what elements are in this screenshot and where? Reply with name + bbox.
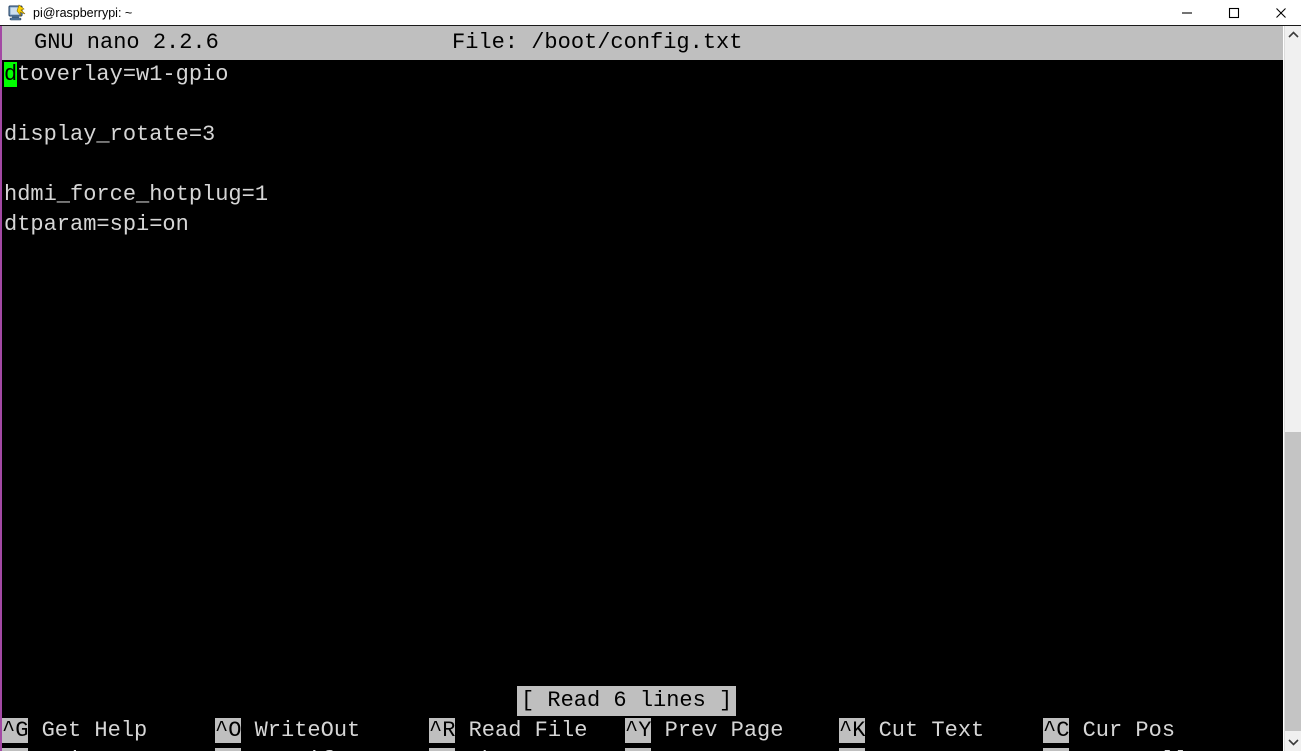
- window-titlebar[interactable]: pi@raspberrypi: ~: [0, 0, 1301, 26]
- shortcut-key: ^R: [429, 718, 456, 743]
- chevron-down-icon: [1288, 739, 1299, 746]
- chevron-up-icon: [1288, 31, 1299, 38]
- scrollbar-track[interactable]: [1285, 44, 1301, 432]
- shortcut-label: Cur Pos: [1069, 718, 1176, 743]
- text-cursor: d: [4, 62, 18, 87]
- shortcut-label: Get Help: [28, 718, 148, 743]
- text-line-content: display_rotate=3: [4, 122, 216, 147]
- shortcut-label: Read File: [455, 718, 588, 743]
- shortcut-key: ^O: [215, 718, 242, 743]
- shortcut-item[interactable]: ^C Cur Pos: [1043, 716, 1175, 746]
- shortcut-item[interactable]: ^V Next Page: [625, 746, 783, 751]
- minimize-button[interactable]: [1164, 0, 1209, 25]
- terminal-screen[interactable]: GNU nano 2.2.6 File: /boot/config.txt dt…: [0, 26, 1283, 751]
- shortcut-key: ^Y: [625, 718, 652, 743]
- text-line[interactable]: [2, 90, 1283, 120]
- nano-shortcut-bar: ^G Get Help ^O WriteOut ^R Read File ^Y Pre…: [2, 716, 1283, 751]
- shortcut-item[interactable]: ^R Read File: [429, 716, 587, 746]
- nano-status-message: [ Read 6 lines ]: [517, 686, 737, 716]
- shortcut-item[interactable]: ^K Cut Text: [839, 716, 984, 746]
- nano-text-area[interactable]: dtoverlay=w1-gpio display_rotate=3 hdmi_…: [2, 60, 1283, 240]
- shortcut-label: WriteOut: [241, 718, 361, 743]
- text-line[interactable]: hdmi_force_hotplug=1: [2, 180, 1283, 210]
- scrollbar-thumb[interactable]: [1285, 432, 1301, 731]
- maximize-icon: [1228, 7, 1239, 18]
- vertical-scrollbar[interactable]: [1284, 26, 1301, 751]
- scroll-down-button[interactable]: [1285, 733, 1301, 751]
- shortcut-label: Cut Text: [865, 718, 985, 743]
- text-line[interactable]: display_rotate=3: [2, 120, 1283, 150]
- putty-terminal-window: pi@raspberrypi: ~ GNU nano 2.2.6 File: /…: [0, 0, 1301, 751]
- minimize-icon: [1181, 11, 1192, 14]
- text-line[interactable]: dtparam=spi=on: [2, 210, 1283, 240]
- nano-version-label: GNU nano 2.2.6: [34, 30, 219, 55]
- scroll-up-button[interactable]: [1285, 26, 1301, 44]
- shortcut-item[interactable]: ^O WriteOut: [215, 716, 360, 746]
- text-line-content: dtparam=spi=on: [4, 212, 189, 237]
- shortcut-item[interactable]: ^U UnCut Text: [839, 746, 1011, 751]
- shortcut-label: Prev Page: [651, 718, 784, 743]
- shortcut-row-2: ^X Exit ^J Justify ^W Where Is ^V Next Page…: [2, 746, 1283, 751]
- shortcut-item[interactable]: ^X Exit: [2, 746, 94, 751]
- text-line-content: toverlay=w1-gpio: [17, 62, 229, 87]
- maximize-button[interactable]: [1211, 0, 1256, 25]
- window-title: pi@raspberrypi: ~: [33, 6, 133, 20]
- nano-header-bar: GNU nano 2.2.6 File: /boot/config.txt: [2, 26, 1283, 60]
- shortcut-key: ^K: [839, 718, 866, 743]
- shortcut-item[interactable]: ^Y Prev Page: [625, 716, 783, 746]
- close-button[interactable]: [1258, 0, 1301, 25]
- shortcut-key: ^G: [2, 718, 29, 743]
- close-icon: [1275, 7, 1286, 18]
- text-line[interactable]: [2, 150, 1283, 180]
- shortcut-item[interactable]: ^G Get Help: [2, 716, 147, 746]
- nano-file-label: File: /boot/config.txt: [452, 30, 743, 55]
- shortcut-key: ^C: [1043, 718, 1070, 743]
- shortcut-row-1: ^G Get Help ^O WriteOut ^R Read File ^Y Pre…: [2, 716, 1283, 746]
- shortcut-item[interactable]: ^J Justify: [215, 746, 347, 751]
- shortcut-item[interactable]: ^W Where Is: [429, 746, 574, 751]
- text-line[interactable]: dtoverlay=w1-gpio: [2, 60, 1283, 90]
- shortcut-item[interactable]: ^T To Spell: [1043, 746, 1188, 751]
- text-line-content: hdmi_force_hotplug=1: [4, 182, 269, 207]
- putty-terminal-icon: [8, 4, 27, 22]
